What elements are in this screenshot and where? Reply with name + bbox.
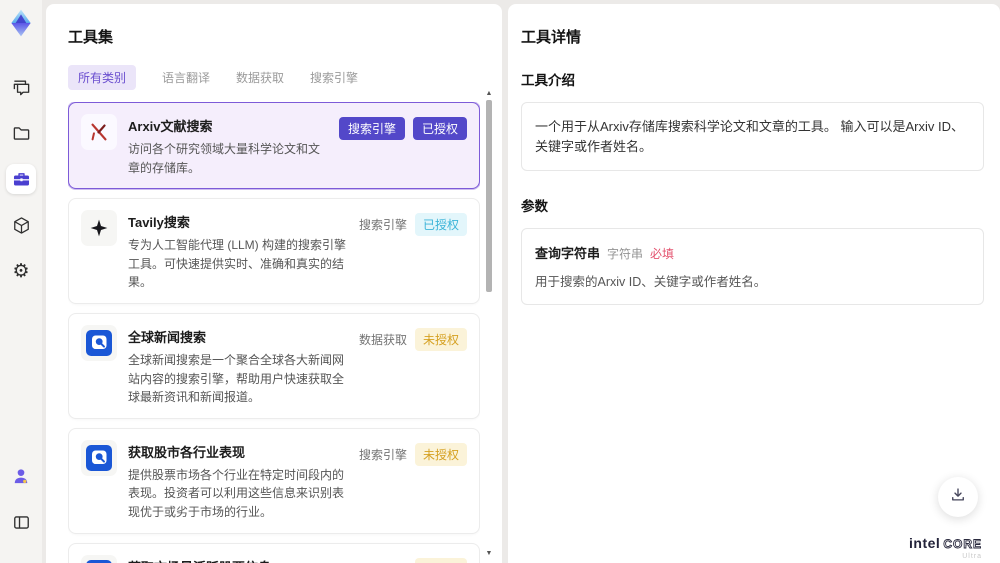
- tab-3[interactable]: 搜索引擎: [310, 69, 358, 86]
- auth-status-badge: 未授权: [414, 442, 467, 466]
- intel-wordmark: intel: [909, 535, 941, 551]
- tool-name: 获取市场最活跃股票信息: [128, 557, 348, 563]
- tool-card[interactable]: Arxiv文献搜索 访问各个研究领域大量科学论文和文章的存储库。 搜索引擎 已授…: [68, 102, 480, 190]
- tool-name: 获取股市各行业表现: [128, 444, 246, 460]
- tool-name: Arxiv文献搜索: [128, 119, 213, 134]
- folder-icon: [12, 124, 31, 143]
- auth-status-badge: 已授权: [414, 213, 467, 237]
- app-logo-icon[interactable]: [6, 8, 36, 38]
- sidebar-item-tools[interactable]: [6, 164, 36, 194]
- scrollbar-up-arrow[interactable]: ▲: [485, 90, 493, 97]
- sidebar-item-files[interactable]: [6, 118, 36, 148]
- tool-name: Tavily搜索: [128, 215, 190, 231]
- scrollbar-thumb[interactable]: [486, 100, 492, 292]
- user-avatar[interactable]: [6, 461, 36, 491]
- tool-intro-text: 一个用于从Arxiv存储库搜索科学论文和文章的工具。 输入可以是Arxiv ID…: [521, 102, 984, 171]
- category-badge: 搜索引擎: [359, 558, 407, 563]
- ultra-wordmark: Ultra: [962, 553, 982, 560]
- download-icon: [949, 486, 967, 509]
- tool-description: 访问各个研究领域大量科学论文和文章的存储库。: [128, 142, 321, 175]
- tool-description: 提供股票市场各个行业在特定时间段内的表现。投资者可以利用这些信息来识别表现优于或…: [128, 467, 345, 519]
- param-name: 查询字符串: [535, 246, 601, 261]
- toolset-panel: 工具集 所有类别 语言翻译 数据获取 搜索引擎 Arxiv文献搜索 访问各个研究领域大…: [46, 4, 502, 563]
- news-search-icon: [81, 324, 117, 361]
- category-badge: 搜索引擎: [358, 218, 407, 233]
- news-search-icon: [81, 554, 117, 563]
- arxiv-icon: [81, 114, 117, 150]
- param-type: 字符串: [607, 247, 644, 261]
- sidebar-item-packages[interactable]: [6, 210, 36, 240]
- category-tabs: 所有类别 语言翻译 数据获取 搜索引擎: [68, 65, 502, 90]
- toolbox-icon: [12, 170, 31, 189]
- tab-2[interactable]: 数据获取: [236, 69, 284, 86]
- intel-core-logo: intel CORE Ultra: [909, 535, 982, 560]
- core-wordmark: CORE: [943, 537, 982, 552]
- category-badge: 搜索引擎: [358, 447, 407, 462]
- parameter-item: 查询字符串 字符串 必填 用于搜索的Arxiv ID、关键字或作者姓名。: [521, 228, 984, 305]
- download-button[interactable]: [938, 477, 978, 517]
- auth-status-badge: 未授权: [414, 327, 467, 351]
- tab-1[interactable]: 语言翻译: [162, 69, 210, 86]
- auth-status-badge: 未授权: [414, 557, 467, 563]
- page-title: 工具集: [68, 29, 114, 46]
- tool-list: Arxiv文献搜索 访问各个研究领域大量科学论文和文章的存储库。 搜索引擎 已授…: [68, 102, 480, 563]
- panel-toggle-icon: [12, 513, 31, 532]
- tavily-icon: [81, 210, 117, 247]
- category-badge: 搜索引擎: [338, 117, 405, 140]
- intro-heading: 工具介绍: [521, 73, 575, 88]
- chat-icon: [12, 78, 31, 97]
- tool-description: 专为人工智能代理 (LLM) 构建的搜索引擎工具。可快速提供实时、准确和真实的结…: [128, 238, 347, 290]
- panel-toggle-button[interactable]: [6, 507, 36, 537]
- user-icon: [11, 466, 31, 486]
- tool-card[interactable]: 获取市场最活跃股票信息 提供当天交易量最高的股票列表，投资者可以利用这些信息来识…: [68, 542, 480, 563]
- app-rail: ⚙: [0, 0, 42, 563]
- tool-name: 全球新闻搜索: [128, 329, 207, 345]
- tab-0[interactable]: 所有类别: [68, 65, 137, 90]
- tool-card[interactable]: 获取股市各行业表现 提供股票市场各个行业在特定时间段内的表现。投资者可以利用这些…: [68, 427, 480, 534]
- category-badge: 数据获取: [358, 332, 407, 347]
- detail-title: 工具详情: [521, 29, 582, 46]
- tool-detail-panel: 工具详情 工具介绍 一个用于从Arxiv存储库搜索科学论文和文章的工具。 输入可…: [508, 4, 1000, 563]
- gear-icon: ⚙: [12, 260, 30, 282]
- package-icon: [12, 216, 31, 235]
- tool-description: 全球新闻搜索是一个聚合全球各大新闻网站内容的搜索引擎，帮助用户快速获取全球最新资…: [128, 352, 345, 405]
- param-required-flag: 必填: [650, 247, 675, 261]
- auth-status-badge: 已授权: [412, 117, 467, 140]
- param-description: 用于搜索的Arxiv ID、关键字或作者姓名。: [535, 275, 767, 289]
- tool-card[interactable]: 全球新闻搜索 全球新闻搜索是一个聚合全球各大新闻网站内容的搜索引擎，帮助用户快速…: [68, 312, 480, 419]
- sidebar-item-chat[interactable]: [6, 72, 36, 102]
- sidebar-item-settings[interactable]: ⚙: [6, 256, 36, 286]
- list-scrollbar[interactable]: ▲ ▼: [485, 90, 493, 557]
- tool-card[interactable]: Tavily搜索 专为人工智能代理 (LLM) 构建的搜索引擎工具。可快速提供实…: [68, 198, 480, 304]
- params-heading: 参数: [521, 199, 548, 214]
- news-search-icon: [81, 439, 117, 476]
- scrollbar-down-arrow[interactable]: ▼: [485, 550, 493, 557]
